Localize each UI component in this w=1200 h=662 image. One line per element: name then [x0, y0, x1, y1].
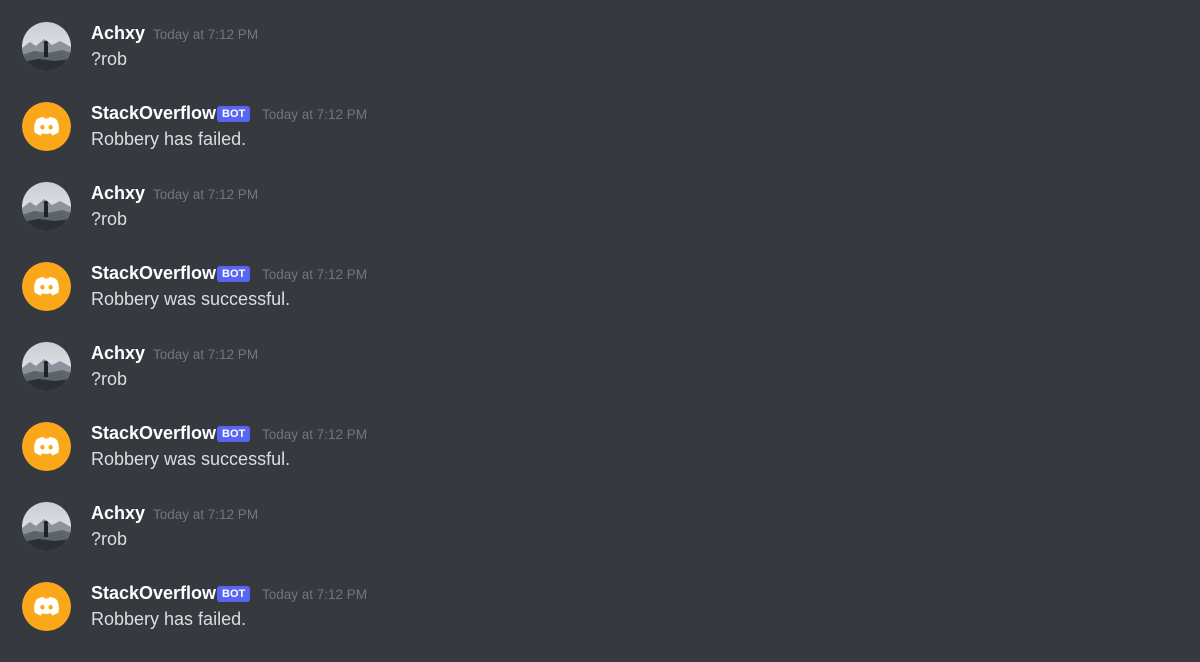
message-item[interactable]: Achxy Today at 7:12 PM ?rob: [0, 342, 1200, 422]
timestamp[interactable]: Today at 7:12 PM: [153, 187, 258, 203]
message-item[interactable]: StackOverflow BOT Today at 7:12 PM Robbe…: [0, 102, 1200, 182]
discord-logo-icon: [22, 582, 71, 631]
username[interactable]: Achxy: [91, 343, 145, 363]
message-item[interactable]: Achxy Today at 7:12 PM ?rob: [0, 502, 1200, 582]
bot-avatar[interactable]: [22, 582, 71, 631]
message-text: ?rob: [91, 49, 128, 69]
chat-messages: Achxy Today at 7:12 PM ?rob StackOverflo…: [0, 0, 1200, 662]
username[interactable]: StackOverflow: [91, 583, 216, 603]
timestamp[interactable]: Today at 7:12 PM: [262, 427, 367, 443]
username[interactable]: StackOverflow: [91, 263, 216, 283]
bot-avatar[interactable]: [22, 102, 71, 151]
bot-avatar[interactable]: [22, 262, 71, 311]
message-text: Robbery was successful.: [91, 289, 291, 309]
message-item[interactable]: StackOverflow BOT Today at 7:12 PM Robbe…: [0, 582, 1200, 662]
username[interactable]: StackOverflow: [91, 423, 216, 443]
bot-badge: BOT: [217, 266, 251, 282]
timestamp[interactable]: Today at 7:12 PM: [153, 507, 258, 523]
message-item[interactable]: Achxy Today at 7:12 PM ?rob: [0, 182, 1200, 262]
timestamp[interactable]: Today at 7:12 PM: [153, 27, 258, 43]
message-text: Robbery was successful.: [91, 449, 291, 469]
username[interactable]: StackOverflow: [91, 103, 216, 123]
discord-logo-icon: [22, 102, 71, 151]
username[interactable]: Achxy: [91, 503, 145, 523]
message-text: Robbery has failed.: [91, 129, 247, 149]
bot-avatar[interactable]: [22, 422, 71, 471]
message-text: ?rob: [91, 369, 128, 389]
username[interactable]: Achxy: [91, 183, 145, 203]
discord-logo-icon: [22, 262, 71, 311]
message-text: Robbery has failed.: [91, 609, 247, 629]
timestamp[interactable]: Today at 7:12 PM: [262, 267, 367, 283]
timestamp[interactable]: Today at 7:12 PM: [262, 587, 367, 603]
timestamp[interactable]: Today at 7:12 PM: [262, 107, 367, 123]
user-avatar[interactable]: [22, 22, 71, 71]
message-text: ?rob: [91, 529, 128, 549]
message-item[interactable]: StackOverflow BOT Today at 7:12 PM Robbe…: [0, 422, 1200, 502]
user-avatar[interactable]: [22, 182, 71, 231]
username[interactable]: Achxy: [91, 23, 145, 43]
timestamp[interactable]: Today at 7:12 PM: [153, 347, 258, 363]
user-avatar[interactable]: [22, 502, 71, 551]
bot-badge: BOT: [217, 106, 251, 122]
message-item[interactable]: StackOverflow BOT Today at 7:12 PM Robbe…: [0, 262, 1200, 342]
bot-badge: BOT: [217, 426, 251, 442]
bot-badge: BOT: [217, 586, 251, 602]
user-avatar[interactable]: [22, 342, 71, 391]
message-item[interactable]: Achxy Today at 7:12 PM ?rob: [0, 22, 1200, 102]
message-text: ?rob: [91, 209, 128, 229]
discord-logo-icon: [22, 422, 71, 471]
